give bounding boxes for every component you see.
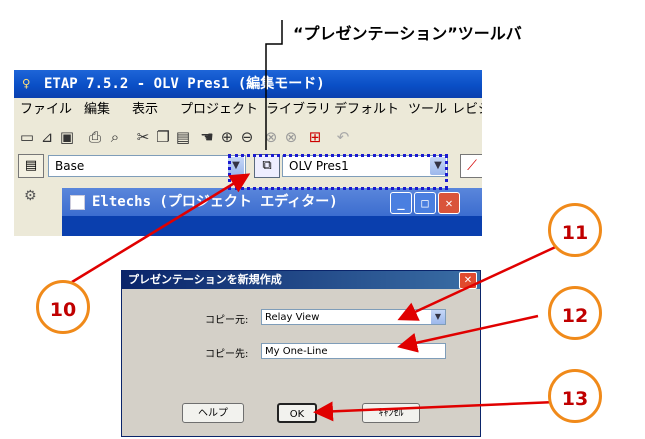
step-marker-13: 13: [548, 369, 602, 423]
edit-mode-button[interactable]: ▤: [18, 154, 44, 178]
dialog-titlebar: プレゼンテーションを新規作成 ✕: [122, 271, 480, 289]
presentation-toolbar-callout: “プレゼンテーション”ツールバ: [293, 24, 522, 43]
configuration-value: Base: [55, 159, 85, 173]
window-titlebar: ♀ ETAP 7.5.2 - OLV Pres1 (編集モード): [14, 70, 482, 98]
project-tree-icon[interactable]: ⚙: [24, 188, 42, 206]
etap-app-icon: ♀: [22, 76, 31, 92]
menu-defaults[interactable]: デフォルト: [334, 98, 399, 122]
cut-icon[interactable]: ✂: [134, 128, 152, 146]
configuration-select[interactable]: Base ▼: [48, 155, 246, 177]
minimize-icon[interactable]: _: [390, 192, 412, 214]
copy-to-value: My One-Line: [265, 346, 328, 357]
zoom-previous-icon[interactable]: ⊗: [262, 128, 280, 146]
menu-project[interactable]: プロジェクト: [180, 98, 258, 122]
zoom-next-icon[interactable]: ⊗: [282, 128, 300, 146]
copy-to-input[interactable]: My One-Line: [261, 343, 446, 359]
step-marker-11: 11: [548, 203, 602, 257]
standard-toolbar: ▭ ⊿ ▣ ⎙ ⌕ ✂ ❐ ▤ ☚ ⊕ ⊖ ⊗ ⊗ ⊞ ↶: [14, 122, 482, 152]
chevron-down-icon[interactable]: ▼: [431, 310, 445, 324]
print-icon[interactable]: ⎙: [86, 128, 104, 146]
step-marker-12: 12: [548, 286, 602, 340]
menu-tools[interactable]: ツール: [408, 98, 447, 122]
menu-library[interactable]: ライブラリ: [266, 98, 331, 122]
zoom-out-icon[interactable]: ⊖: [238, 128, 256, 146]
copy-from-select[interactable]: Relay View ▼: [261, 309, 446, 325]
dialog-title: プレゼンテーションを新規作成: [128, 273, 282, 286]
window-title: ETAP 7.5.2 - OLV Pres1 (編集モード): [44, 76, 325, 92]
presentation-toolbar-highlight: [228, 154, 448, 190]
menu-bar: ファイル 編集 表示 プロジェクト ライブラリ デフォルト ツール レビジ: [14, 98, 482, 122]
window-icon: [70, 195, 85, 210]
zoom-extent-icon[interactable]: ⊞: [306, 128, 324, 146]
open-icon[interactable]: ⊿: [38, 128, 56, 146]
project-editor-titlebar: Eltechs (プロジェクト エディター) _ □ ✕: [62, 188, 482, 216]
print-preview-icon[interactable]: ⌕: [106, 128, 124, 146]
paste-icon[interactable]: ▤: [174, 128, 192, 146]
menu-file[interactable]: ファイル: [20, 98, 72, 122]
menu-edit[interactable]: 編集: [84, 98, 110, 122]
step-marker-10: 10: [36, 280, 90, 334]
new-icon[interactable]: ▭: [18, 128, 36, 146]
pan-icon[interactable]: ☚: [198, 128, 216, 146]
copy-from-value: Relay View: [265, 312, 320, 323]
etap-window: ♀ ETAP 7.5.2 - OLV Pres1 (編集モード) ファイル 編集…: [14, 70, 482, 236]
relay-mode-button[interactable]: ⟋: [460, 154, 482, 178]
cancel-button[interactable]: ｷｬﾝｾﾙ: [362, 403, 420, 423]
menu-view[interactable]: 表示: [132, 98, 158, 122]
help-button[interactable]: ヘルプ: [182, 403, 244, 423]
undo-icon[interactable]: ↶: [334, 128, 352, 146]
new-presentation-dialog: プレゼンテーションを新規作成 ✕ コピー元: Relay View ▼ コピー先…: [121, 270, 481, 437]
close-icon[interactable]: ✕: [438, 192, 460, 214]
copy-to-label: コピー先:: [205, 349, 249, 360]
copy-icon[interactable]: ❐: [154, 128, 172, 146]
ok-button[interactable]: OK: [277, 403, 317, 423]
menu-revision[interactable]: レビジ: [452, 98, 482, 122]
maximize-icon[interactable]: □: [414, 192, 436, 214]
project-editor-title: Eltechs (プロジェクト エディター): [92, 194, 338, 210]
copy-from-label: コピー元:: [205, 315, 249, 326]
save-icon[interactable]: ▣: [58, 128, 76, 146]
close-icon[interactable]: ✕: [459, 272, 477, 289]
zoom-in-icon[interactable]: ⊕: [218, 128, 236, 146]
project-editor-window: Eltechs (プロジェクト エディター) _ □ ✕: [62, 188, 482, 236]
